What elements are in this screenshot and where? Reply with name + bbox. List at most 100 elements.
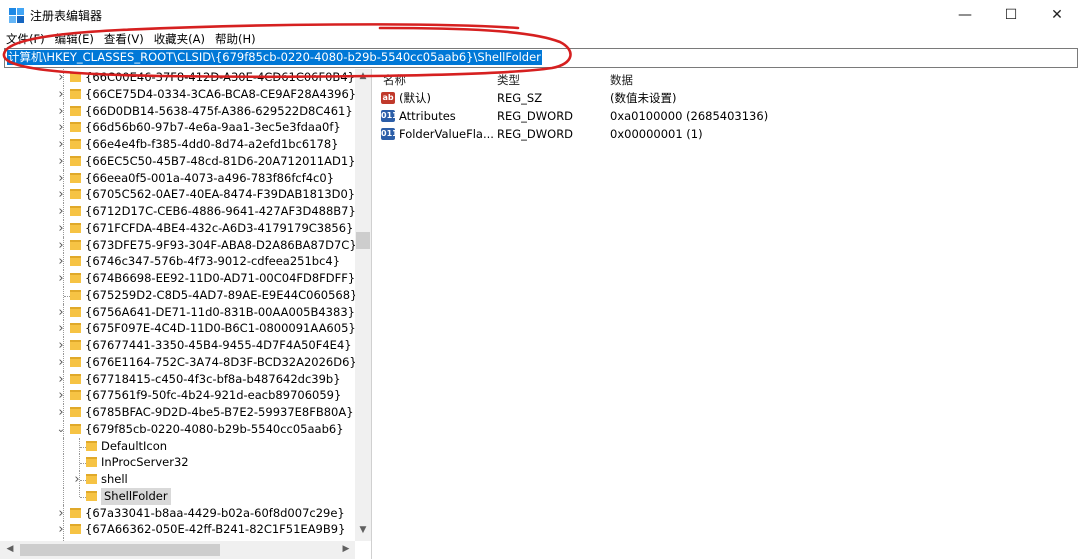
close-button[interactable]: ✕ [1034,0,1080,30]
tree-node-label: {6785BFAC-9D2D-4be5-B7E2-59937E8FB80A} [85,405,354,419]
chevron-right-icon[interactable]: › [56,304,66,321]
tree-node[interactable]: › {66D0DB14-5638-475f-A386-629522D8C461} [0,102,355,120]
tree-connector-line [79,487,80,497]
chevron-right-icon[interactable]: › [56,237,66,254]
folder-icon [70,423,81,434]
chevron-right-icon[interactable]: › [56,505,66,522]
chevron-right-icon[interactable]: › [56,387,66,404]
tree-node[interactable]: › {66C00E46-37F8-412D-A30E-4CD61C06F0B4} [0,69,355,86]
tree-node[interactable]: › {66eea0f5-001a-4073-a496-783f86fcf4c0} [0,169,355,187]
chevron-right-icon[interactable]: › [56,354,66,371]
tree-node-label: {66eea0f5-001a-4073-a496-783f86fcf4c0} [85,170,335,185]
tree-node-selected[interactable]: ShellFolder [0,487,355,505]
tree-node[interactable]: › {67a33041-b8aa-4429-b02a-60f8d007c29e} [0,504,355,522]
chevron-right-icon[interactable]: › [56,170,66,187]
menu-view[interactable]: 查看(V) [99,30,149,48]
menu-favorites[interactable]: 收藏夹(A) [149,30,210,48]
tree-node[interactable]: › {66d56b60-97b7-4e6a-9aa1-3ec5e3fdaa0f} [0,119,355,136]
column-header-type[interactable]: 类型 [497,72,520,88]
tree-horizontal-scrollbar[interactable]: ◀ ▶ [0,541,355,559]
chevron-right-icon[interactable]: › [56,220,66,237]
tree-node[interactable]: › {66EC5C50-45B7-48cd-81D6-20A712011AD1} [0,152,356,170]
tree-connector-line [63,454,64,471]
tree-node[interactable]: › {67677441-3350-45B4-9455-4D7F4A50F4E4} [0,337,355,354]
chevron-right-icon[interactable]: › [56,270,66,287]
tree-node[interactable]: › {6785BFAC-9D2D-4be5-B7E2-59937E8FB80A} [0,404,355,421]
value-row[interactable]: 011 FolderValueFla... REG_DWORD 0x000000… [377,125,1077,143]
chevron-right-icon[interactable]: › [56,153,66,170]
tree-node-label: ShellFolder [101,487,171,505]
scroll-up-arrow-icon[interactable]: ▲ [355,71,371,81]
chevron-right-icon[interactable]: › [56,86,66,103]
window-title: 注册表编辑器 [30,9,103,23]
folder-icon [70,139,81,149]
tree-node[interactable]: › {673DFE75-9F93-304F-ABA8-D2A86BA87D7C} [0,236,357,254]
chevron-right-icon[interactable]: › [56,521,66,538]
tree-node[interactable]: DefaultIcon [0,437,355,455]
chevron-right-icon[interactable]: › [56,103,66,120]
chevron-right-icon[interactable]: › [72,471,82,488]
tree-node-label: {66d56b60-97b7-4e6a-9aa1-3ec5e3fdaa0f} [85,120,341,135]
maximize-icon: ☐ [1004,7,1018,23]
tree-vertical-scroll-thumb[interactable] [356,232,370,249]
scroll-left-arrow-icon[interactable]: ◀ [2,544,18,554]
tree-node[interactable]: › {675F097E-4C4D-11D0-B6C1-0800091AA605} [0,320,356,337]
tree-node-label: {66CE75D4-0334-3CA6-BCA8-CE9AF28A4396} [85,86,357,101]
chevron-right-icon[interactable]: › [56,253,66,270]
scroll-right-arrow-icon[interactable]: ▶ [338,544,354,554]
tree-node[interactable]: › {66e4e4fb-f385-4dd0-8d74-a2efd1bc6178} [0,136,355,153]
tree-node[interactable]: {675259D2-C8D5-4AD7-89AE-E9E44C060568} [0,286,358,304]
tree-node[interactable]: › {6705C562-0AE7-40EA-8474-F39DAB1813D0} [0,186,355,203]
tree-node[interactable]: › {674B6698-EE92-11D0-AD71-00C04FD8FDFF} [0,270,355,287]
tree-node[interactable]: › {6746c347-576b-4f73-9012-cdfeea251bc4} [0,253,355,270]
chevron-right-icon[interactable]: › [56,371,66,388]
tree-node-label: {66e4e4fb-f385-4dd0-8d74-a2efd1bc6178} [85,137,339,151]
chevron-right-icon[interactable]: › [56,136,66,153]
values-list-pane[interactable]: 名称 类型 数据 ab (默认) REG_SZ (数值未设置) 011 Attr… [377,69,1080,559]
tree-node[interactable]: › {671FCFDA-4BE4-432c-A6D3-4179179C3856} [0,219,355,237]
tree-node[interactable]: › {67A66362-050E-42ff-B241-82C1F51EA9B9} [0,521,355,538]
chevron-right-icon[interactable]: › [56,320,66,337]
value-row[interactable]: ab (默认) REG_SZ (数值未设置) [377,89,1077,107]
menu-edit[interactable]: 编辑(E) [50,30,99,48]
value-row[interactable]: 011 Attributes REG_DWORD 0xa0100000 (268… [377,107,1077,125]
tree-node-label: {675259D2-C8D5-4AD7-89AE-E9E44C060568} [85,287,358,302]
folder-icon [70,172,81,183]
tree-node[interactable]: › shell [0,471,355,488]
tree-horizontal-scroll-thumb[interactable] [20,544,220,556]
column-header-data[interactable]: 数据 [610,72,633,88]
tree-node[interactable]: › {676E1164-752C-3A74-8D3F-BCD32A2026D6} [0,353,357,371]
tree-node[interactable]: › {67718415-c450-4f3c-bf8a-b487642dc39b} [0,370,355,388]
menu-help[interactable]: 帮助(H) [210,30,261,48]
tree-vertical-scrollbar[interactable]: ▲ ▼ [355,69,371,541]
key-tree-pane[interactable]: › {66C00E46-37F8-412D-A30E-4CD61C06F0B4} ›… [0,69,372,559]
column-header-name[interactable]: 名称 [383,72,406,88]
tree-node-label: DefaultIcon [101,438,168,453]
tree-node-label: {66EC5C50-45B7-48cd-81D6-20A712011AD1} [85,153,356,168]
tree-node[interactable]: InProcServer32 [0,454,355,471]
tree-node[interactable]: › {6756A641-DE71-11d0-831B-00AA005B4383} [0,303,355,321]
chevron-right-icon[interactable]: › [56,69,66,86]
chevron-right-icon[interactable]: › [56,404,66,421]
tree-node[interactable]: ⌄ {679f85cb-0220-4080-b29b-5540cc05aab6} [0,420,355,438]
folder-icon [70,206,81,216]
close-icon: ✕ [1051,7,1063,23]
address-path[interactable]: 计算机\HKEY_CLASSES_ROOT\CLSID\{679f85cb-02… [7,50,542,65]
chevron-right-icon[interactable]: › [56,119,66,136]
address-bar[interactable]: 计算机\HKEY_CLASSES_ROOT\CLSID\{679f85cb-02… [4,48,1078,68]
value-type: REG_DWORD [497,127,574,141]
minimize-button[interactable]: — [942,0,988,30]
folder-icon [86,490,97,501]
chevron-right-icon[interactable]: › [56,337,66,354]
tree-node[interactable]: › {66CE75D4-0334-3CA6-BCA8-CE9AF28A4396} [0,85,357,103]
tree-node-label: {673DFE75-9F93-304F-ABA8-D2A86BA87D7C} [85,237,357,252]
chevron-down-icon[interactable]: ⌄ [56,421,66,438]
value-name: Attributes [399,109,456,123]
chevron-right-icon[interactable]: › [56,203,66,220]
maximize-button[interactable]: ☐ [988,0,1034,30]
scroll-down-arrow-icon[interactable]: ▼ [355,525,371,535]
tree-node[interactable]: › {6712D17C-CEB6-4886-9641-427AF3D488B7} [0,203,356,220]
chevron-right-icon[interactable]: › [56,186,66,203]
tree-node[interactable]: › {677561f9-50fc-4b24-921d-eacb89706059} [0,387,355,404]
menu-file[interactable]: 文件(F) [0,30,50,48]
